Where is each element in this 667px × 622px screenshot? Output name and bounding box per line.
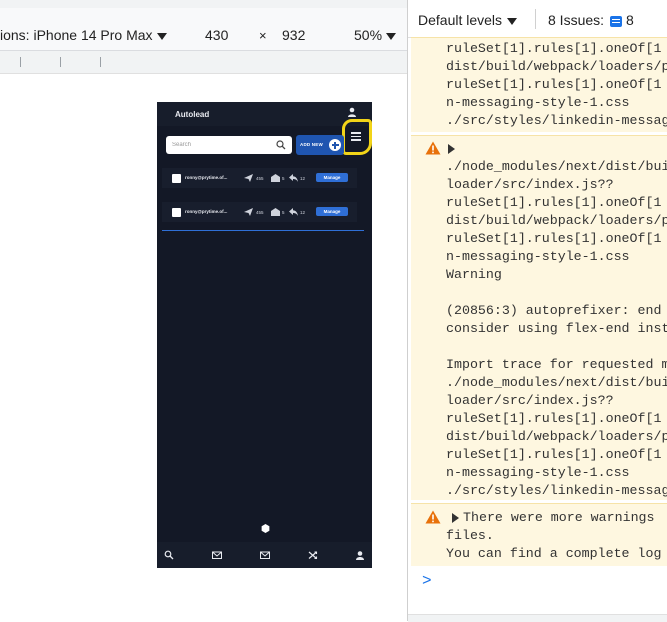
warning-icon xyxy=(425,510,441,524)
add-new-button[interactable]: ADD NEW xyxy=(296,135,344,155)
search-input[interactable] xyxy=(172,136,272,154)
media-query-ruler[interactable] xyxy=(0,51,407,74)
console-line: ./src/styles/linkedin-messag xyxy=(446,483,667,498)
user-icon[interactable] xyxy=(346,106,358,118)
manage-button[interactable]: Manage xyxy=(316,207,348,216)
issues-count: 8 xyxy=(626,12,634,28)
console-line: loader/src/index.js?? xyxy=(446,177,614,192)
sent-count: 455 xyxy=(256,176,264,181)
toolbar-divider xyxy=(535,9,536,29)
account-email: ronny@prytime.of... xyxy=(185,209,228,214)
console-line: n-messaging-style-1.css xyxy=(446,249,630,264)
device-toolbar: ions: iPhone 14 Pro Max 430 × 932 50% xyxy=(0,8,407,51)
height-input[interactable]: 932 xyxy=(282,27,305,43)
send-icon xyxy=(244,174,253,182)
chevron-down-icon xyxy=(156,32,167,40)
console-line: dist/build/webpack/loaders/p xyxy=(446,213,667,228)
search-box xyxy=(166,136,292,154)
open-mail-icon xyxy=(271,208,280,216)
log-levels-label: Default levels xyxy=(418,12,503,28)
phone-screen: Autolead ADD NEW ronny@prytime.of... 455… xyxy=(157,102,372,568)
console-warning-message[interactable]: ./node_modules/next/dist/bui loader/src/… xyxy=(411,135,667,500)
console-line: Warning xyxy=(446,267,502,282)
list-item: ronny@prytime.of... 455 5 12 Manage xyxy=(162,168,357,188)
zoom-label: 50% xyxy=(354,27,383,43)
opened-count: 5 xyxy=(282,176,285,181)
mail-icon[interactable] xyxy=(260,550,270,560)
open-mail-icon xyxy=(271,174,280,182)
console-line: ./src/styles/linkedin-messag xyxy=(446,113,667,128)
console-line: n-messaging-style-1.css xyxy=(446,465,630,480)
console-line: ruleSet[1].rules[1].oneOf[1 xyxy=(446,195,662,210)
app-header: Autolead xyxy=(157,102,372,126)
console-line: ruleSet[1].rules[1].oneOf[1 xyxy=(446,447,662,462)
search-icon[interactable] xyxy=(164,550,174,560)
console-line: loader/src/index.js?? xyxy=(446,393,614,408)
device-select[interactable]: ions: iPhone 14 Pro Max xyxy=(0,27,167,43)
reply-icon xyxy=(289,208,298,216)
expand-toggle-icon[interactable] xyxy=(452,513,459,523)
device-label: ions: iPhone 14 Pro Max xyxy=(0,27,153,43)
issues-label: 8 Issues: xyxy=(548,12,605,28)
add-new-label: ADD NEW xyxy=(300,142,323,147)
annotation-highlight xyxy=(342,119,372,155)
warning-icon xyxy=(425,141,441,155)
zoom-select[interactable]: 50% xyxy=(354,27,397,43)
bottom-nav xyxy=(157,542,372,568)
console-line: (20856:3) autoprefixer: end xyxy=(446,303,662,318)
row-checkbox[interactable] xyxy=(172,174,181,183)
search-icon[interactable] xyxy=(276,140,286,150)
console-line: ruleSet[1].rules[1].oneOf[1 xyxy=(446,77,662,92)
console-line: You can find a complete log xyxy=(446,546,662,561)
replied-count: 12 xyxy=(300,176,306,181)
chevron-down-icon xyxy=(507,17,518,25)
sent-count: 455 xyxy=(256,210,264,215)
mail-icon[interactable] xyxy=(212,550,222,560)
log-levels-dropdown[interactable]: Default levels xyxy=(418,12,518,28)
console-prompt[interactable]: > xyxy=(422,572,432,590)
console-warning-message[interactable]: There were more warnings files. You can … xyxy=(411,503,667,566)
row-checkbox[interactable] xyxy=(172,208,181,217)
opened-count: 5 xyxy=(282,210,285,215)
console-toolbar: Default levels 8 Issues: 8 xyxy=(408,0,667,38)
hexagon-icon[interactable] xyxy=(261,524,270,533)
issues-icon xyxy=(610,15,623,27)
console-panel: Default levels 8 Issues: 8 ruleSet[1].rul… xyxy=(407,0,667,622)
send-icon xyxy=(244,208,253,216)
console-line: dist/build/webpack/loaders/p xyxy=(446,429,667,444)
console-line: dist/build/webpack/loaders/p xyxy=(446,59,667,74)
list-divider xyxy=(162,230,364,231)
manage-button[interactable]: Manage xyxy=(316,173,348,182)
console-line: Import trace for requested m xyxy=(446,357,667,372)
shuffle-icon[interactable] xyxy=(308,550,318,560)
plus-circle-icon xyxy=(329,139,341,151)
console-line: ./node_modules/next/dist/bui xyxy=(446,375,667,390)
width-input[interactable]: 430 xyxy=(205,27,228,43)
console-line: consider using flex-end inst xyxy=(446,321,667,336)
bookmarks-bar xyxy=(0,0,407,8)
account-email: ronny@prytime.of... xyxy=(185,175,228,180)
expand-toggle-icon[interactable] xyxy=(448,144,455,154)
console-warning-message[interactable]: ruleSet[1].rules[1].oneOf[1 dist/build/w… xyxy=(411,37,667,132)
issues-button[interactable]: 8 Issues: 8 xyxy=(548,12,634,28)
console-line: files. xyxy=(446,528,494,543)
app-title: Autolead xyxy=(175,110,210,119)
user-icon[interactable] xyxy=(355,550,365,560)
chevron-down-icon xyxy=(386,32,397,40)
console-line: ruleSet[1].rules[1].oneOf[1 xyxy=(446,411,662,426)
console-line: There were more warnings xyxy=(463,510,655,525)
list-item: ronny@prytime.of... 455 5 12 Manage xyxy=(162,202,357,222)
console-line: ./node_modules/next/dist/bui xyxy=(446,159,667,174)
replied-count: 12 xyxy=(300,210,306,215)
console-line: ruleSet[1].rules[1].oneOf[1 xyxy=(446,231,662,246)
reply-icon xyxy=(289,174,298,182)
console-line: n-messaging-style-1.css xyxy=(446,95,630,110)
times-sign: × xyxy=(259,28,267,43)
console-line: ruleSet[1].rules[1].oneOf[1 xyxy=(446,41,662,56)
